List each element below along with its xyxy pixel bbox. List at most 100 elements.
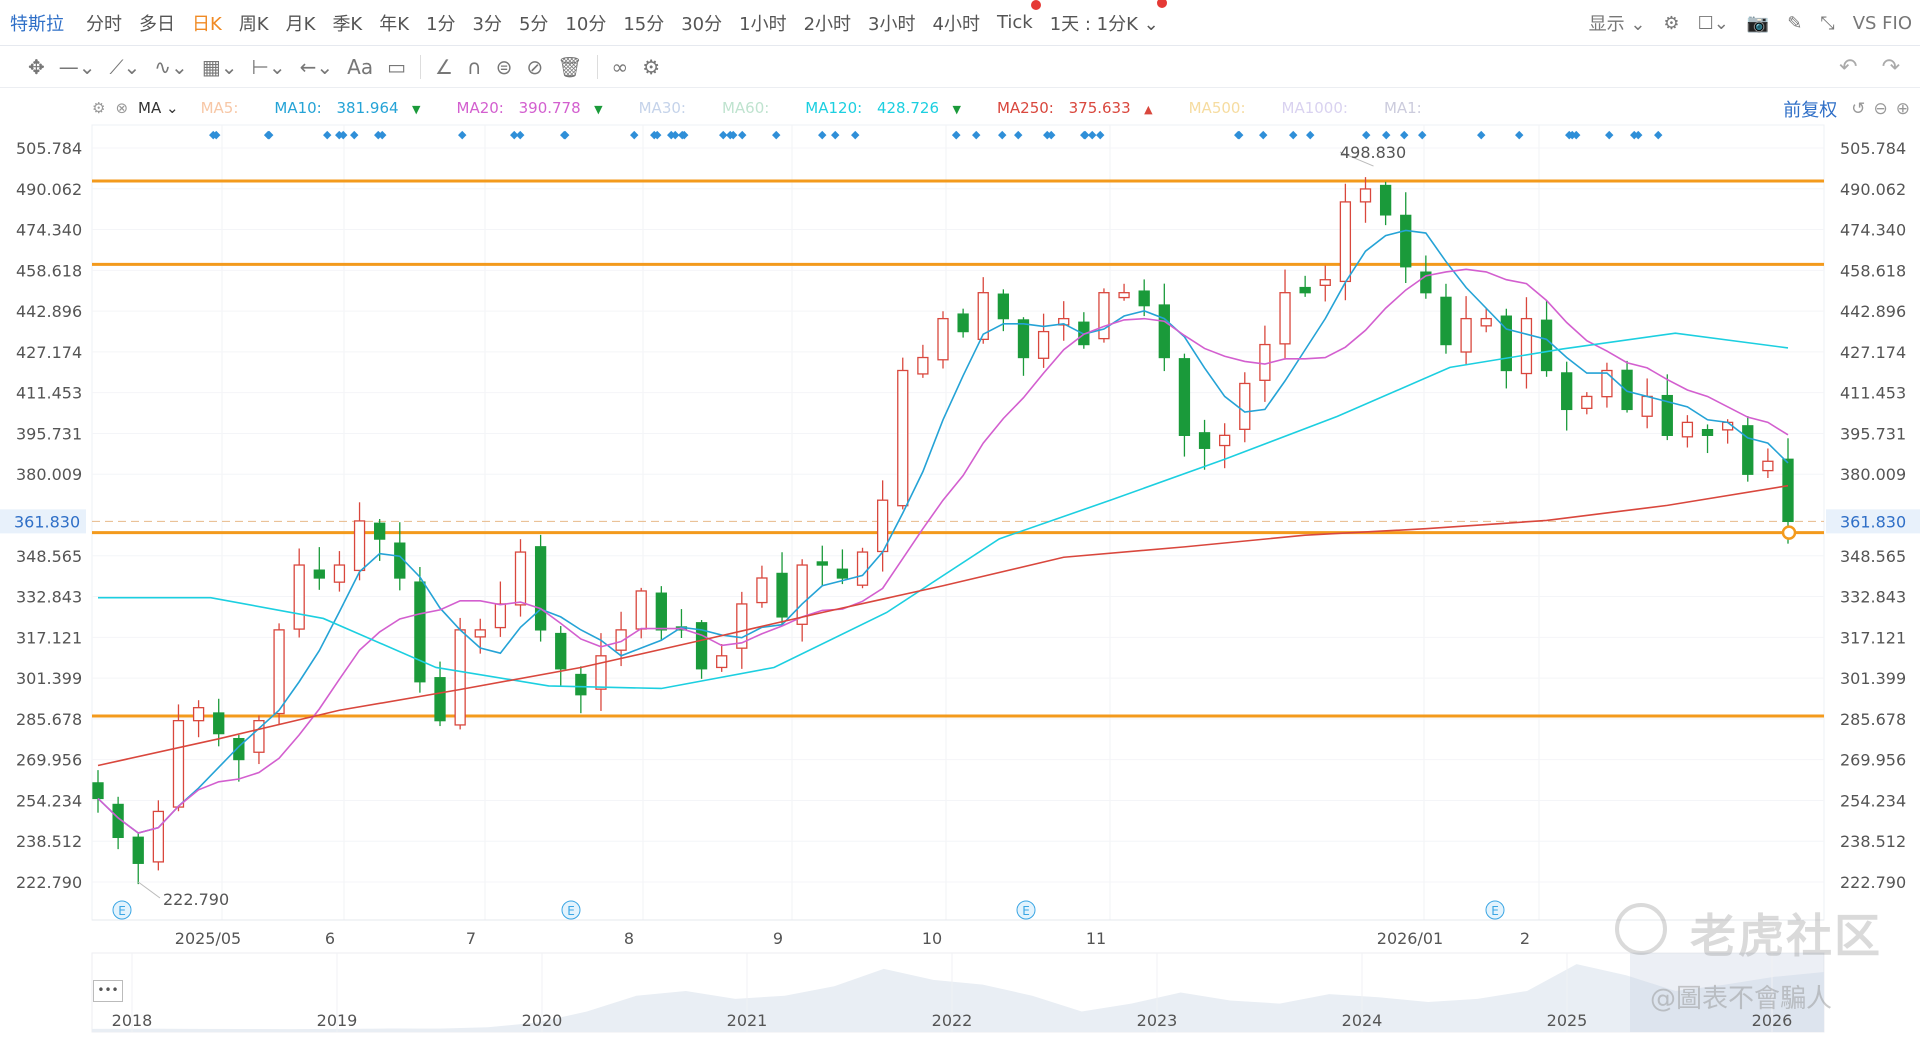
candle-body <box>172 719 185 808</box>
zoom-out-icon[interactable]: ⊖ <box>1874 99 1888 119</box>
period-tab-16[interactable]: 4小时 <box>933 10 980 36</box>
navigator-year-label: 2024 <box>1342 1011 1383 1030</box>
period-tab-3[interactable]: 周K <box>239 10 269 36</box>
candle-body <box>1681 421 1694 438</box>
chart-controls: 前复权 ↺ ⊖ ⊕ <box>1783 96 1910 122</box>
candle-body <box>1601 369 1613 398</box>
signal-dot-icon: ◆ <box>561 128 570 141</box>
ma-item-7: MA500: <box>1189 99 1256 117</box>
period-tab-2[interactable]: 日K <box>192 10 222 36</box>
camera-icon[interactable]: 📷 <box>1747 13 1769 34</box>
candle-body <box>213 712 225 735</box>
x-tick-label: 11 <box>1086 929 1106 948</box>
period-tab-4[interactable]: 月K <box>286 10 316 36</box>
notification-dot <box>1030 0 1041 10</box>
fib-icon[interactable]: ▦⌄ <box>202 55 238 79</box>
period-tab-12[interactable]: 30分 <box>681 10 722 36</box>
trash-icon[interactable]: 🗑 <box>557 55 582 79</box>
adjust-toggle[interactable]: 前复权 <box>1783 96 1837 122</box>
ma-label: MA30: <box>638 99 686 117</box>
period-tab-13[interactable]: 1小时 <box>739 10 786 36</box>
y-tick-label-right: 317.121 <box>1840 628 1906 647</box>
line-icon[interactable]: —⌄ <box>59 55 96 79</box>
earnings-icon <box>112 900 132 920</box>
period-tab-1[interactable]: 多日 <box>139 10 175 36</box>
settings-icon[interactable]: ⚙ <box>642 55 660 79</box>
zoom-in-icon[interactable]: ⊕ <box>1896 99 1910 119</box>
period-tab-6[interactable]: 年K <box>379 10 409 36</box>
indicator-settings-icon[interactable]: ⚙ <box>92 99 105 117</box>
signal-dot-icon: ◆ <box>1565 128 1574 141</box>
indicator-close-icon[interactable]: ⊗ <box>115 99 128 117</box>
low-label: 222.790 <box>163 890 229 909</box>
watermark-brand: 老虎社区 <box>1690 909 1882 963</box>
period-tab-18[interactable]: 1天 : 1分K ⌄ <box>1050 0 1167 36</box>
y-tick-label-right: 442.896 <box>1840 302 1906 321</box>
ma-value: 381.964 <box>331 99 399 117</box>
candle-body <box>233 738 245 761</box>
layout-icon[interactable]: ☐⌄ <box>1698 13 1729 34</box>
ma-item-4: MA60: <box>722 99 779 117</box>
candle-body <box>514 551 527 606</box>
ma-label: MA1000: <box>1281 99 1348 117</box>
arrow-icon[interactable]: ←⌄ <box>300 55 334 79</box>
period-tab-8[interactable]: 3分 <box>473 10 502 36</box>
earnings-icon <box>561 900 581 920</box>
collapse-icon[interactable]: ⤡ <box>1820 13 1834 34</box>
magnet-icon[interactable]: ∩ <box>467 55 482 79</box>
symbol-name[interactable]: 特斯拉 <box>10 10 64 36</box>
current-price-label-right: 361.830 <box>1840 512 1906 531</box>
period-tab-5[interactable]: 季K <box>332 10 362 36</box>
wave-icon[interactable]: ∿⌄ <box>154 55 188 79</box>
signal-dot-icon: ◆ <box>630 128 639 141</box>
move-icon[interactable]: ✥ <box>28 55 45 79</box>
hide-icon[interactable]: ⊘ <box>526 55 543 79</box>
period-tab-7[interactable]: 1分 <box>426 10 455 36</box>
ruler-icon[interactable]: ∠ <box>435 55 453 79</box>
settings-icon[interactable]: ⚙ <box>1663 13 1679 34</box>
candle-body <box>333 564 346 583</box>
signal-dot-icon: ◆ <box>378 128 387 141</box>
ma-item-9: MA1: <box>1384 99 1432 117</box>
candle-body <box>997 293 1010 320</box>
candle-body <box>112 803 124 839</box>
candle-body <box>534 546 547 631</box>
text-icon[interactable]: Aa <box>347 55 373 79</box>
display-menu[interactable]: 显示 ⌄ <box>1589 10 1646 36</box>
period-tab-15[interactable]: 3小时 <box>868 10 915 36</box>
pen-icon[interactable]: ⟋⌄ <box>110 55 141 79</box>
comment-icon[interactable]: ▭ <box>387 55 406 79</box>
signal-dot-icon: ◆ <box>1047 128 1056 141</box>
current-price-tag-left <box>0 509 86 534</box>
measure-icon[interactable]: ⊢⌄ <box>251 55 285 79</box>
period-tab-17[interactable]: Tick <box>997 0 1041 33</box>
period-tab-11[interactable]: 15分 <box>623 10 664 36</box>
navigator-more-button[interactable]: ••• <box>93 980 123 1002</box>
watermark-author: @圖表不會騙人 <box>1650 984 1833 1014</box>
candle-body <box>1259 343 1271 381</box>
price-chart[interactable]: 2025/05 6 7 8 9 10 11 2026/01 2 505.784 505.784 490… <box>0 0 1920 1039</box>
period-tab-10[interactable]: 10分 <box>565 10 606 36</box>
pen-icon[interactable]: ✎ <box>1787 13 1802 34</box>
navigator <box>91 952 1825 1033</box>
period-tab-9[interactable]: 5分 <box>519 10 548 36</box>
y-tick-label-left: 411.453 <box>16 384 82 403</box>
signal-dot-icon: ◆ <box>1081 128 1090 141</box>
candle-body <box>313 569 325 579</box>
period-tab-14[interactable]: 2小时 <box>804 10 851 36</box>
compare-vs-button[interactable]: VS FIO <box>1853 13 1912 34</box>
y-tick-label-left: 458.618 <box>16 261 82 280</box>
high-leader <box>1339 151 1374 167</box>
lock-icon[interactable]: ⊜ <box>496 55 513 79</box>
period-tab-0[interactable]: 分时 <box>86 10 122 36</box>
redo-icon[interactable]: ↷ <box>1882 55 1900 80</box>
x-tick-label: 6 <box>325 929 335 948</box>
signal-dot-icon: ◆ <box>1382 128 1391 141</box>
undo-icon[interactable]: ↶ <box>1839 55 1857 80</box>
reset-icon[interactable]: ↺ <box>1851 99 1865 119</box>
ma20-line <box>97 268 1789 834</box>
compare-icon[interactable]: ∞ <box>612 55 629 79</box>
signal-dot-icon: ◆ <box>1605 128 1614 141</box>
indicator-select[interactable]: MA ⌄ <box>138 99 179 117</box>
signal-dot-icon: ◆ <box>1400 128 1409 141</box>
